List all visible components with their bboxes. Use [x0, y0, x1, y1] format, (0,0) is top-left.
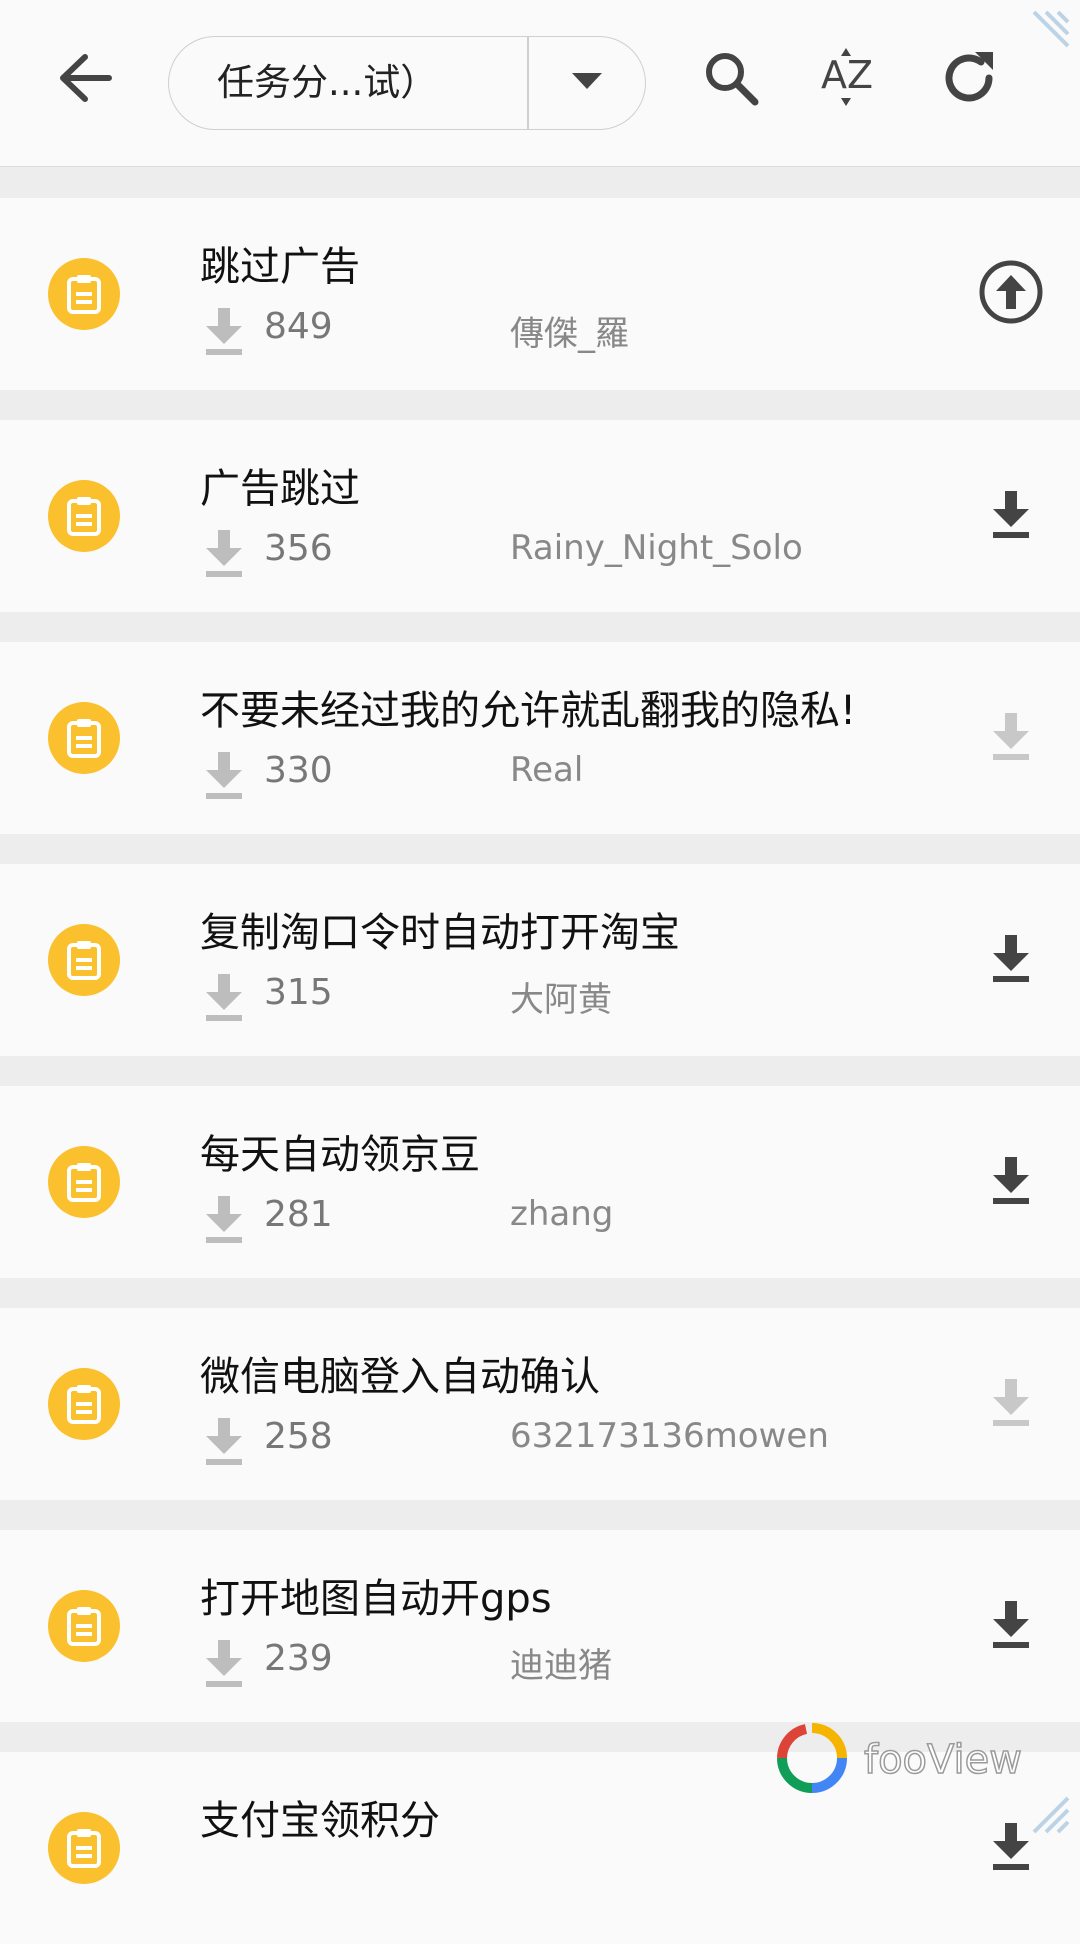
clipboard-icon	[48, 1368, 120, 1440]
task-title: 广告跳过	[200, 466, 360, 512]
download-count-icon	[202, 306, 246, 360]
download-button[interactable]	[976, 1586, 1046, 1666]
task-list-item[interactable]: 每天自动领京豆 281 zhang	[0, 1086, 1080, 1278]
task-list-item[interactable]: 微信电脑登入自动确认 258 632173136mowen	[0, 1308, 1080, 1500]
task-author: 傳傑_羅	[510, 314, 629, 354]
task-title: 打开地图自动开gps	[200, 1576, 552, 1622]
download-count: 330	[264, 750, 333, 791]
svg-text:A: A	[821, 53, 847, 97]
corner-stripes-icon	[1030, 8, 1072, 54]
download-icon	[989, 711, 1033, 765]
download-button[interactable]	[976, 1142, 1046, 1222]
task-list-item[interactable]: 广告跳过 356 Rainy_Night_Solo	[0, 420, 1080, 612]
download-count: 258	[264, 1416, 333, 1457]
download-icon	[989, 1377, 1033, 1431]
task-author: 大阿黄	[510, 980, 612, 1020]
task-list-item[interactable]: 跳过广告 849 傳傑_羅	[0, 198, 1080, 390]
upload-button[interactable]	[976, 254, 1046, 334]
clipboard-icon	[48, 1146, 120, 1218]
download-count-icon	[202, 528, 246, 582]
download-count-icon	[202, 1416, 246, 1470]
caret-down-icon	[572, 73, 602, 93]
task-list-item[interactable]: 复制淘口令时自动打开淘宝 315 大阿黄	[0, 864, 1080, 1056]
clipboard-icon	[48, 1812, 120, 1884]
clipboard-icon	[48, 1590, 120, 1662]
selector-label: 任务分...试）	[217, 61, 438, 104]
search-button[interactable]	[686, 35, 776, 125]
task-title: 复制淘口令时自动打开淘宝	[200, 910, 680, 956]
svg-text:Z: Z	[847, 53, 873, 97]
download-icon	[989, 489, 1033, 543]
top-toolbar: 任务分...试） A Z	[0, 0, 1080, 167]
task-list-item[interactable]: 打开地图自动开gps 239 迪迪猪	[0, 1530, 1080, 1722]
task-title: 跳过广告	[200, 244, 360, 290]
sort-button[interactable]: A Z	[806, 35, 896, 125]
task-title: 支付宝领积分	[200, 1798, 440, 1844]
task-author: 632173136mowen	[510, 1416, 829, 1456]
task-author: zhang	[510, 1194, 614, 1234]
download-button[interactable]	[976, 920, 1046, 1000]
download-count-icon	[202, 972, 246, 1026]
download-count: 281	[264, 1194, 333, 1235]
refresh-icon	[941, 48, 1001, 112]
upload-circle-icon	[978, 259, 1044, 329]
clipboard-icon	[48, 258, 120, 330]
task-title: 不要未经过我的允许就乱翻我的隐私!	[200, 688, 857, 734]
fooview-logo-icon	[776, 1722, 848, 1798]
download-count-icon	[202, 750, 246, 804]
corner-stripes-bottom-icon	[1030, 1794, 1072, 1840]
task-title: 微信电脑登入自动确认	[200, 1354, 600, 1400]
watermark-text: fooView	[863, 1736, 1022, 1784]
sort-az-icon: A Z	[819, 46, 883, 114]
back-button[interactable]	[40, 35, 130, 125]
download-icon	[989, 1155, 1033, 1209]
download-count: 315	[264, 972, 333, 1013]
clipboard-icon	[48, 924, 120, 996]
task-author: 迪迪猪	[510, 1646, 612, 1686]
download-icon	[989, 1821, 1033, 1875]
task-category-selector[interactable]: 任务分...试）	[168, 36, 646, 130]
fooview-watermark: fooView	[776, 1720, 1046, 1800]
download-icon	[989, 933, 1033, 987]
download-count-icon	[202, 1638, 246, 1692]
task-author: Rainy_Night_Solo	[510, 528, 803, 568]
download-count: 239	[264, 1638, 333, 1679]
download-count: 849	[264, 306, 333, 347]
task-list-item[interactable]: 不要未经过我的允许就乱翻我的隐私! 330 Real	[0, 642, 1080, 834]
task-title: 每天自动领京豆	[200, 1132, 480, 1178]
clipboard-icon	[48, 480, 120, 552]
download-button[interactable]	[976, 476, 1046, 556]
search-icon	[703, 50, 759, 110]
clipboard-icon	[48, 702, 120, 774]
refresh-button[interactable]	[926, 35, 1016, 125]
download-count: 356	[264, 528, 333, 569]
download-button[interactable]	[976, 1364, 1046, 1444]
arrow-left-icon	[57, 53, 113, 107]
task-author: Real	[510, 750, 584, 790]
dropdown-button[interactable]	[529, 37, 645, 129]
download-count-icon	[202, 1194, 246, 1248]
download-button[interactable]	[976, 698, 1046, 778]
download-icon	[989, 1599, 1033, 1653]
